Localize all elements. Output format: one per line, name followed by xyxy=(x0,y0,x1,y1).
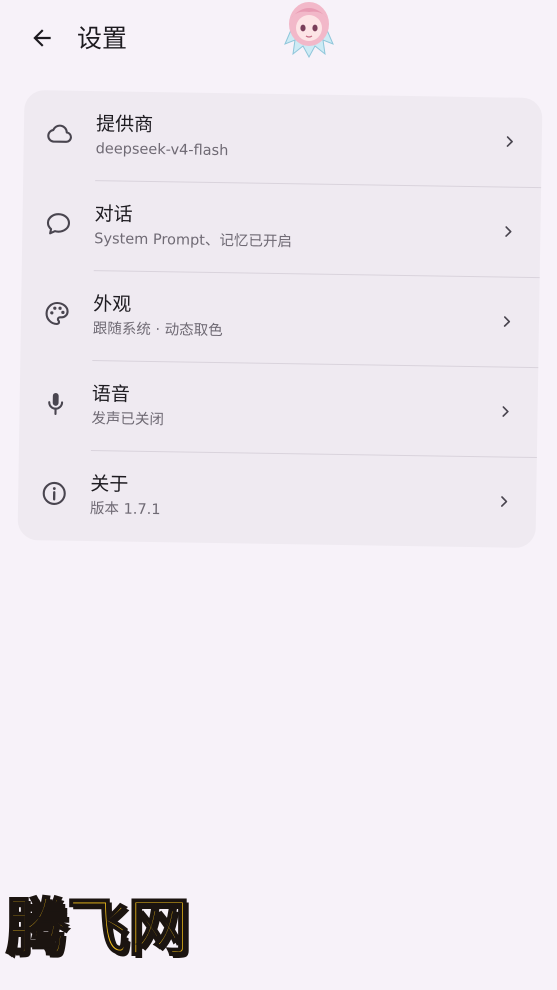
settings-item-subtitle: System Prompt、记忆已开启 xyxy=(94,231,293,251)
settings-item-title: 外观 xyxy=(93,293,132,316)
chevron-right-icon xyxy=(498,221,518,241)
settings-item-appearance[interactable]: 外观 跟随系统 · 动态取色 xyxy=(20,270,539,369)
settings-item-voice[interactable]: 语音 发声已关闭 xyxy=(19,360,538,459)
page-title: 设置 xyxy=(77,24,128,53)
top-app-bar: 设置 xyxy=(0,0,557,80)
avatar xyxy=(281,0,337,59)
chat-bubble-icon xyxy=(44,209,72,237)
chevron-right-icon xyxy=(494,491,514,511)
settings-item-provider[interactable]: 提供商 deepseek-v4-flash xyxy=(23,90,542,189)
settings-item-subtitle: 发声已关闭 xyxy=(91,411,165,429)
settings-item-subtitle: deepseek-v4-flash xyxy=(95,141,229,160)
chevron-right-icon xyxy=(500,131,520,151)
settings-card: 提供商 deepseek-v4-flash 对话 System Prompt、记… xyxy=(17,89,543,549)
watermark-logo: 腾飞网 xyxy=(5,890,191,965)
settings-item-subtitle: 版本 1.7.1 xyxy=(89,501,161,519)
microphone-icon xyxy=(41,389,69,417)
back-button[interactable] xyxy=(22,20,62,60)
cloud-icon xyxy=(46,119,74,147)
palette-icon xyxy=(43,299,71,327)
settings-item-title: 关于 xyxy=(90,473,129,496)
arrow-left-icon xyxy=(29,25,55,55)
settings-item-subtitle: 跟随系统 · 动态取色 xyxy=(92,321,223,340)
chevron-right-icon xyxy=(495,401,515,421)
settings-item-title: 语音 xyxy=(91,383,130,406)
chevron-right-icon xyxy=(497,311,517,331)
settings-item-title: 提供商 xyxy=(95,113,154,136)
settings-item-title: 对话 xyxy=(94,203,133,226)
info-icon xyxy=(40,479,68,507)
settings-item-conversation[interactable]: 对话 System Prompt、记忆已开启 xyxy=(22,180,541,279)
settings-item-about[interactable]: 关于 版本 1.7.1 xyxy=(17,450,536,548)
